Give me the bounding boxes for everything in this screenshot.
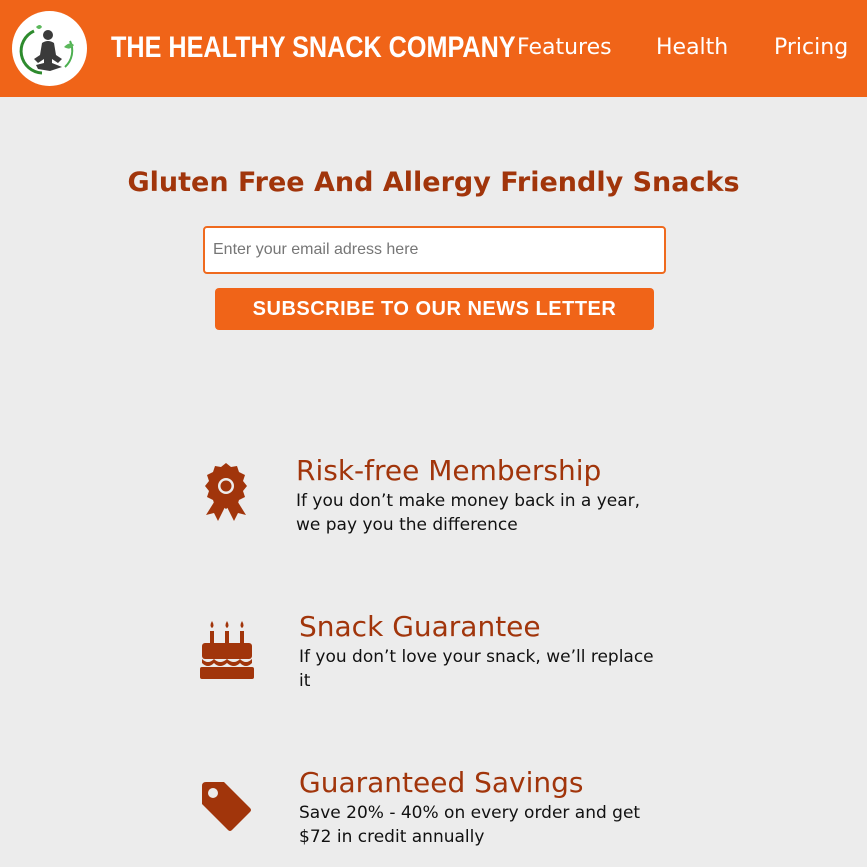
- logo[interactable]: [12, 11, 87, 86]
- birthday-cake-icon: [200, 621, 254, 679]
- award-ribbon-icon: [205, 463, 247, 521]
- feature-desc-savings: Save 20% - 40% on every order and get $7…: [299, 803, 641, 847]
- feature-desc-snack-guarantee: If you don’t love your snack, we’ll repl…: [299, 647, 654, 691]
- nav-health[interactable]: Health: [656, 31, 728, 65]
- hero-title: Gluten Free And Allergy Friendly Snacks: [127, 167, 740, 198]
- site-header: THE HEALTHY SNACK COMPANY Features Healt…: [0, 0, 867, 97]
- nav-pricing[interactable]: Pricing: [774, 31, 848, 65]
- feature-title-risk-free: Risk-free Membership: [296, 454, 602, 487]
- price-tag-icon: [202, 782, 251, 831]
- feature-title-snack-guarantee: Snack Guarantee: [299, 610, 541, 643]
- meditating-figure-logo: [13, 12, 86, 85]
- email-input[interactable]: [203, 226, 666, 274]
- subscribe-button[interactable]: SUBSCRIBE TO OUR NEWS LETTER: [215, 288, 654, 330]
- feature-title-savings: Guaranteed Savings: [299, 766, 584, 799]
- brand-name[interactable]: THE HEALTHY SNACK COMPANY: [111, 28, 516, 68]
- feature-desc-risk-free: If you don’t make money back in a year, …: [296, 491, 641, 535]
- nav-features[interactable]: Features: [517, 31, 612, 65]
